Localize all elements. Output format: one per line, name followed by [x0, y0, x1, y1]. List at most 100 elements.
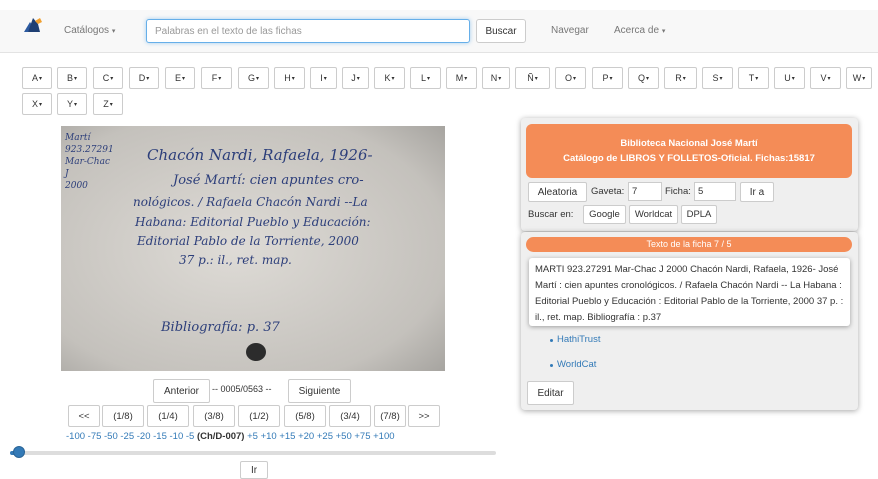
letter-label: X: [31, 99, 38, 109]
hathitrust-link[interactable]: HathiTrust: [557, 334, 600, 345]
fraction-button[interactable]: (5/8): [284, 405, 326, 427]
letter-button-k[interactable]: K ▾: [374, 67, 405, 89]
letter-button-s[interactable]: S ▾: [702, 67, 733, 89]
fraction-button[interactable]: (3/4): [329, 405, 371, 427]
offset-links[interactable]: -100 -75 -50 -25 -20 -15 -10 -5 (Ch/D-00…: [66, 431, 395, 442]
letter-button-y[interactable]: Y ▾: [57, 93, 87, 115]
caret-down-icon: ▾: [661, 28, 666, 35]
letter-button-b[interactable]: B ▾: [57, 67, 87, 89]
letter-label: K: [384, 73, 391, 83]
caret-down-icon: ▾: [755, 75, 759, 82]
fraction-button[interactable]: <<: [68, 405, 100, 427]
letter-button-e[interactable]: E ▾: [165, 67, 195, 89]
slider-track[interactable]: [14, 451, 496, 455]
fraction-button[interactable]: (1/8): [102, 405, 144, 427]
letter-button-d[interactable]: D ▾: [129, 67, 159, 89]
search-button[interactable]: Buscar: [476, 19, 526, 43]
letter-label: O: [564, 73, 572, 83]
letter-label: D: [138, 73, 146, 83]
caret-down-icon: ▾: [609, 75, 613, 82]
letter-button-w[interactable]: W ▾: [846, 67, 872, 89]
offsets-negative[interactable]: -100 -75 -50 -25 -20 -15 -10 -5: [66, 431, 194, 442]
card-margin-5: 2000: [64, 181, 88, 191]
letter-button-i[interactable]: I ▾: [310, 67, 337, 89]
caret-down-icon: ▾: [291, 75, 295, 82]
fraction-button[interactable]: (3/8): [193, 405, 235, 427]
gaveta-label: Gaveta:: [591, 186, 625, 197]
fraction-button[interactable]: (1/4): [147, 405, 189, 427]
letter-button-h[interactable]: H ▾: [274, 67, 305, 89]
letter-button-ñ[interactable]: Ñ ▾: [515, 67, 550, 89]
letter-button-c[interactable]: C ▾: [93, 67, 123, 89]
letter-button-z[interactable]: Z ▾: [93, 93, 123, 115]
letter-button-o[interactable]: O ▾: [555, 67, 586, 89]
caret-down-icon: ▾: [110, 75, 114, 82]
ir-button[interactable]: Ir: [240, 461, 268, 479]
letter-label: G: [247, 73, 255, 83]
aleatoria-button[interactable]: Aleatoria: [528, 182, 587, 202]
catalogos-label: Catálogos: [64, 25, 110, 36]
worldcat-search-button[interactable]: Worldcat: [629, 205, 678, 224]
caret-down-icon: ▾: [39, 75, 43, 82]
catalogos-menu[interactable]: Catálogos ▾: [64, 25, 115, 36]
navegar-link[interactable]: Navegar: [551, 25, 589, 36]
caret-down-icon: ▾: [182, 75, 186, 82]
editar-button[interactable]: Editar: [527, 381, 574, 405]
fraction-button[interactable]: >>: [408, 405, 440, 427]
caret-down-icon: ▾: [573, 75, 577, 82]
gaveta-input[interactable]: 7: [628, 182, 662, 201]
letter-button-g[interactable]: G ▾: [238, 67, 269, 89]
letter-label: E: [174, 73, 181, 83]
google-button[interactable]: Google: [583, 205, 626, 224]
letter-button-q[interactable]: Q ▾: [628, 67, 659, 89]
letter-label: C: [102, 73, 110, 83]
siguiente-button[interactable]: Siguiente: [288, 379, 351, 403]
card-line-3: nológicos. / Rafaela Chacón Nardi --La: [133, 195, 368, 209]
caret-down-icon: ▾: [534, 75, 538, 82]
ficha-input[interactable]: 5: [694, 182, 736, 201]
bullet-icon: [550, 339, 553, 342]
caret-down-icon: ▾: [464, 75, 468, 82]
anterior-button[interactable]: Anterior: [153, 379, 210, 403]
caret-down-icon: ▾: [391, 75, 395, 82]
record-counter: -- 0005/0563 --: [212, 384, 272, 394]
letter-label: L: [420, 73, 426, 83]
record-text: MARTI 923.27291 Mar-Chac J 2000 Chacón N…: [529, 258, 850, 326]
letter-label: F: [211, 73, 218, 83]
fraction-button[interactable]: (1/2): [238, 405, 280, 427]
offsets-positive[interactable]: +5 +10 +15 +20 +25 +50 +75 +100: [247, 431, 394, 442]
catalog-header: Biblioteca Nacional José Martí Catálogo …: [526, 124, 852, 178]
logo-icon[interactable]: [22, 16, 44, 32]
slider-handle[interactable]: [12, 446, 25, 458]
letter-label: Ñ: [527, 73, 534, 83]
bullet-icon: [550, 364, 553, 367]
letter-button-r[interactable]: R ▾: [664, 67, 697, 89]
acerca-menu[interactable]: Acerca de ▾: [614, 25, 665, 36]
search-input[interactable]: [146, 19, 470, 43]
letter-button-p[interactable]: P ▾: [592, 67, 623, 89]
letter-button-j[interactable]: J ▾: [342, 67, 369, 89]
letter-button-x[interactable]: X ▾: [22, 93, 52, 115]
letter-label: R: [675, 73, 682, 83]
fraction-button[interactable]: (7/8): [374, 405, 406, 427]
letter-label: P: [602, 73, 609, 83]
letter-button-l[interactable]: L ▾: [410, 67, 441, 89]
letter-button-t[interactable]: T ▾: [738, 67, 769, 89]
letter-label: S: [712, 73, 719, 83]
caret-down-icon: ▾: [256, 75, 260, 82]
letter-label: W: [852, 73, 862, 83]
caret-down-icon: ▾: [427, 75, 431, 82]
dpla-button[interactable]: DPLA: [681, 205, 717, 224]
caret-down-icon: ▾: [827, 75, 831, 82]
letter-button-a[interactable]: A ▾: [22, 67, 52, 89]
letter-button-n[interactable]: N ▾: [482, 67, 510, 89]
worldcat-link[interactable]: WorldCat: [557, 359, 596, 370]
caret-down-icon: ▾: [323, 75, 327, 82]
caret-down-icon: ▾: [39, 101, 43, 108]
letter-button-u[interactable]: U ▾: [774, 67, 805, 89]
letter-button-f[interactable]: F ▾: [201, 67, 232, 89]
letter-button-v[interactable]: V ▾: [810, 67, 841, 89]
ir-a-button[interactable]: Ir a: [740, 182, 774, 202]
letter-button-m[interactable]: M ▾: [446, 67, 477, 89]
caret-down-icon: ▾: [111, 28, 116, 35]
